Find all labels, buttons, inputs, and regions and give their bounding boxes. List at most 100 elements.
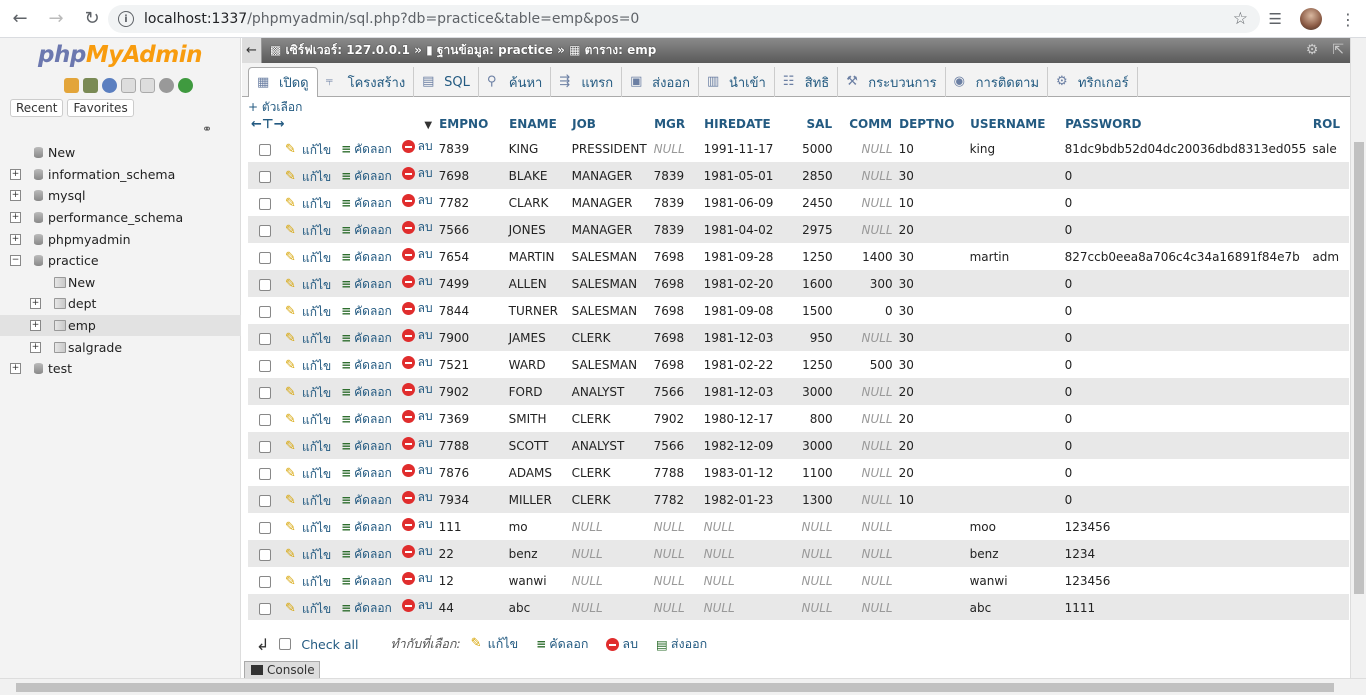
favorites-tab[interactable]: Favorites	[67, 99, 134, 117]
cell-deptno[interactable]: 20	[895, 378, 967, 405]
cell-empno[interactable]: 7566	[435, 216, 506, 243]
cell-rol[interactable]	[1309, 324, 1350, 351]
cell-deptno[interactable]: 20	[895, 216, 967, 243]
url-text[interactable]: localhost:1337/phpmyadmin/sql.php?db=pra…	[144, 11, 639, 27]
cell-rol[interactable]	[1309, 459, 1350, 486]
copy-button[interactable]: ≡ คัดลอก	[341, 248, 392, 267]
cell-username[interactable]	[966, 432, 1062, 459]
cell-deptno[interactable]: 20	[895, 432, 967, 459]
cell-empno[interactable]: 7369	[435, 405, 506, 432]
cell-comm[interactable]: NULL	[835, 216, 896, 243]
tree-item-label[interactable]: New	[48, 145, 75, 160]
cell-job[interactable]: CLERK	[568, 324, 651, 351]
cell-comm[interactable]: NULL	[835, 324, 896, 351]
cell-hiredate[interactable]: NULL	[700, 513, 786, 540]
tree-item-salgrade[interactable]: + salgrade	[0, 336, 241, 358]
row-checkbox[interactable]	[259, 143, 271, 156]
cell-empno[interactable]: 7654	[435, 243, 506, 270]
reload-nav-icon[interactable]	[178, 78, 193, 93]
tree-item-emp[interactable]: + emp	[0, 314, 241, 337]
cell-sal[interactable]: 1300	[785, 486, 836, 513]
delete-button[interactable]: ลบ	[401, 542, 433, 561]
edit-button[interactable]: ✎ แก้ไข	[285, 384, 331, 403]
edit-button[interactable]: ✎ แก้ไข	[285, 600, 331, 619]
cell-empno[interactable]: 7839	[435, 135, 506, 162]
copy-button[interactable]: ≡ คัดลอก	[341, 437, 392, 456]
cell-username[interactable]: martin	[966, 243, 1062, 270]
tab-export[interactable]: ▣ ส่งออก	[622, 67, 699, 97]
cell-ename[interactable]: WARD	[505, 351, 569, 378]
console-button[interactable]: Console	[244, 661, 320, 679]
cell-hiredate[interactable]: 1981-09-08	[700, 297, 786, 324]
row-checkbox[interactable]	[259, 305, 271, 318]
cell-ename[interactable]: wanwi	[505, 567, 569, 594]
cell-sal[interactable]: NULL	[785, 513, 836, 540]
copy-button[interactable]: ≡ คัดลอก	[341, 518, 392, 537]
cell-rol[interactable]	[1309, 270, 1350, 297]
cell-mgr[interactable]: 7788	[650, 459, 701, 486]
cell-mgr[interactable]: NULL	[650, 513, 701, 540]
tree-item-label[interactable]: mysql	[48, 188, 86, 203]
cell-deptno[interactable]: 10	[895, 135, 967, 162]
cell-hiredate[interactable]: 1981-02-22	[700, 351, 786, 378]
delete-button[interactable]: ลบ	[401, 380, 433, 399]
delete-button[interactable]: ลบ	[401, 434, 433, 453]
cell-comm[interactable]: NULL	[835, 405, 896, 432]
cell-mgr[interactable]: NULL	[650, 540, 701, 567]
cell-deptno[interactable]: 20	[895, 405, 967, 432]
cell-rol[interactable]	[1309, 405, 1350, 432]
copy-button[interactable]: ≡ คัดลอก	[341, 167, 392, 186]
column-header-hiredate[interactable]: HIREDATE	[700, 113, 787, 135]
tab-tracking[interactable]: ◉ การติดตาม	[946, 67, 1049, 97]
address-bar[interactable]: i localhost:1337/phpmyadmin/sql.php?db=p…	[108, 5, 1260, 33]
breadcrumb-database[interactable]: ฐานข้อมูล: practice	[437, 43, 553, 57]
cell-username[interactable]	[966, 216, 1062, 243]
cell-job[interactable]: SALESMAN	[568, 243, 651, 270]
cell-deptno[interactable]: 30	[895, 243, 967, 270]
cell-mgr[interactable]: 7566	[650, 432, 701, 459]
cell-empno[interactable]: 7876	[435, 459, 506, 486]
copy-button[interactable]: ≡ คัดลอก	[341, 464, 392, 483]
cell-mgr[interactable]: 7698	[650, 297, 701, 324]
cell-ename[interactable]: mo	[505, 513, 569, 540]
delete-button[interactable]: ลบ	[401, 299, 433, 318]
cell-comm[interactable]: 500	[835, 351, 896, 378]
delete-button[interactable]: ลบ	[401, 596, 433, 615]
cell-ename[interactable]: TURNER	[505, 297, 569, 324]
cell-empno[interactable]: 7900	[435, 324, 506, 351]
cell-comm[interactable]: NULL	[835, 513, 896, 540]
cell-empno[interactable]: 7521	[435, 351, 506, 378]
cell-ename[interactable]: KING	[505, 135, 569, 162]
cell-username[interactable]	[966, 270, 1062, 297]
delete-button[interactable]: ลบ	[401, 407, 433, 426]
link-icon[interactable]: ⚭	[202, 122, 212, 136]
cell-job[interactable]: SALESMAN	[568, 351, 651, 378]
phpmyadmin-logo[interactable]: phpMyAdmin	[38, 42, 202, 68]
column-header-password[interactable]: PASSWORD	[1061, 113, 1310, 135]
copy-button[interactable]: ≡ คัดลอก	[341, 410, 392, 429]
cell-ename[interactable]: ADAMS	[505, 459, 569, 486]
cell-mgr[interactable]: 7902	[650, 405, 701, 432]
bulk-edit-button[interactable]: ✎ แก้ไข	[471, 634, 518, 654]
tree-item-new[interactable]: New	[0, 272, 241, 294]
cell-comm[interactable]: NULL	[835, 378, 896, 405]
cell-sal[interactable]: 2450	[785, 189, 836, 216]
row-checkbox[interactable]	[259, 575, 271, 588]
column-header-username[interactable]: USERNAME	[966, 113, 1063, 135]
cell-username[interactable]	[966, 324, 1062, 351]
tree-item-performance_schema[interactable]: + performance_schema	[0, 207, 241, 229]
tab-privileges[interactable]: ☷ สิทธิ	[775, 67, 839, 97]
cell-deptno[interactable]: 30	[895, 324, 967, 351]
cell-sal[interactable]: 5000	[785, 135, 836, 162]
cell-ename[interactable]: JAMES	[505, 324, 569, 351]
tree-item-label[interactable]: phpmyadmin	[48, 232, 131, 247]
edit-button[interactable]: ✎ แก้ไข	[285, 249, 331, 268]
cell-empno[interactable]: 12	[435, 567, 506, 594]
cell-mgr[interactable]: NULL	[650, 135, 701, 162]
row-checkbox[interactable]	[259, 521, 271, 534]
row-checkbox[interactable]	[259, 359, 271, 372]
cell-ename[interactable]: BLAKE	[505, 162, 569, 189]
cell-ename[interactable]: SCOTT	[505, 432, 569, 459]
column-header-job[interactable]: JOB	[568, 113, 652, 135]
cell-empno[interactable]: 111	[435, 513, 506, 540]
